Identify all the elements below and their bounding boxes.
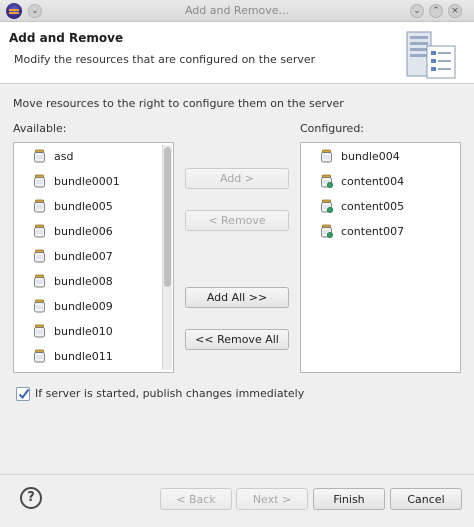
bundle-jar-icon	[34, 174, 45, 188]
add-button[interactable]: Add >	[185, 168, 289, 189]
publish-immediately-checkbox[interactable]	[16, 387, 30, 401]
available-list-item[interactable]: bundle009	[33, 297, 113, 315]
back-button[interactable]: < Back	[160, 488, 232, 510]
available-list-item[interactable]: bundle011	[33, 347, 113, 365]
list-item-label: bundle005	[54, 199, 113, 213]
available-scrollbar[interactable]	[162, 145, 172, 370]
available-list-item[interactable]: bundle008	[33, 272, 113, 290]
list-item-label: bundle011	[54, 349, 113, 363]
bundle-jar-icon	[34, 274, 45, 288]
bundle-jar-icon	[34, 299, 45, 313]
bundle-jar-icon	[34, 249, 45, 263]
banner-title: Add and Remove	[9, 31, 124, 45]
bundle-jar-icon	[34, 149, 45, 163]
list-item-label: bundle009	[54, 299, 113, 313]
list-item-label: asd	[54, 149, 74, 163]
wizard-banner: Add and Remove Modify the resources that…	[0, 22, 474, 84]
list-item-label: content007	[341, 224, 405, 238]
list-item-label: bundle004	[341, 149, 400, 163]
bundle-jar-icon	[34, 224, 45, 238]
configured-list-item[interactable]: content005	[320, 197, 404, 215]
list-item-label: bundle006	[54, 224, 113, 238]
available-list-item[interactable]: bundle010	[33, 322, 113, 340]
next-button[interactable]: Next >	[236, 488, 308, 510]
content-jar-icon	[321, 174, 333, 188]
available-list-item[interactable]: bundle005	[33, 197, 113, 215]
list-item-label: content004	[341, 174, 405, 188]
configured-list-item[interactable]: content007	[320, 222, 404, 240]
server-banner-icon	[406, 31, 456, 79]
banner-description: Modify the resources that are configured…	[14, 53, 316, 66]
bundle-jar-icon	[34, 324, 45, 338]
bundle-jar-icon	[321, 149, 332, 163]
list-item-label: bundle008	[54, 274, 113, 288]
checkmark-icon	[18, 388, 30, 400]
configured-list-item[interactable]: content004	[320, 172, 404, 190]
available-label: Available:	[13, 122, 67, 135]
publish-immediately-label: If server is started, publish changes im…	[35, 387, 305, 400]
window-title: Add and Remove...	[184, 4, 290, 17]
finish-button[interactable]: Finish	[313, 488, 385, 510]
available-list-item[interactable]: asd	[33, 147, 73, 165]
bundle-jar-icon	[34, 199, 45, 213]
list-item-label: bundle0001	[54, 174, 120, 188]
configured-list-item[interactable]: bundle004	[320, 147, 400, 165]
help-icon[interactable]: ?	[20, 487, 42, 509]
list-item-label: content005	[341, 199, 405, 213]
footer-divider	[0, 474, 474, 475]
close-button[interactable]: ×	[448, 4, 462, 18]
bundle-jar-icon	[34, 349, 45, 363]
window-titlebar: ⌄ Add and Remove... ⌄ ⌃ ×	[0, 0, 474, 22]
instructions-text: Move resources to the right to configure…	[13, 97, 344, 110]
content-jar-icon	[321, 224, 333, 238]
remove-button[interactable]: < Remove	[185, 210, 289, 231]
minimize-button[interactable]: ⌄	[410, 4, 424, 18]
configured-label: Configured:	[300, 122, 365, 135]
cancel-button[interactable]: Cancel	[390, 488, 462, 510]
scrollbar-thumb[interactable]	[164, 147, 171, 287]
list-item-label: bundle007	[54, 249, 113, 263]
available-list-item[interactable]: bundle0001	[33, 172, 120, 190]
content-jar-icon	[321, 199, 333, 213]
remove-all-button[interactable]: << Remove All	[185, 329, 289, 350]
available-list-item[interactable]: bundle006	[33, 222, 113, 240]
add-all-button[interactable]: Add All >>	[185, 287, 289, 308]
list-item-label: bundle010	[54, 324, 113, 338]
available-list-item[interactable]: bundle007	[33, 247, 113, 265]
maximize-button[interactable]: ⌃	[429, 4, 443, 18]
